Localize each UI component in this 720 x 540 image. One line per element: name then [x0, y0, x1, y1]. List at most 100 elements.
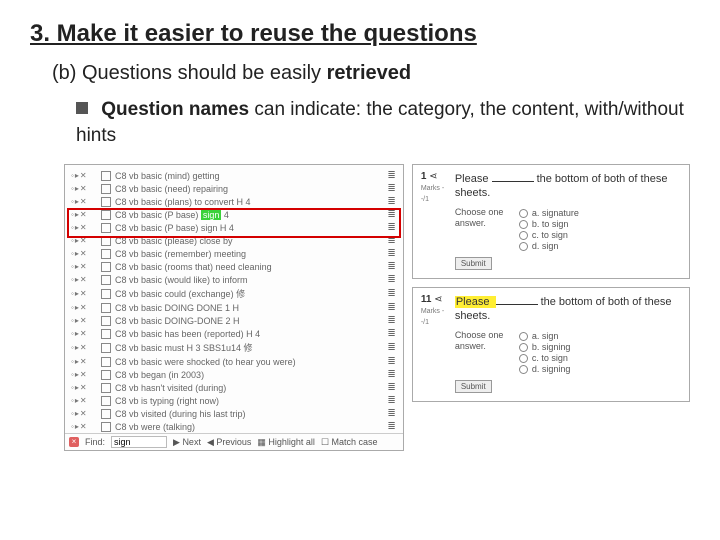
- row-action-icons[interactable]: ◦▸✕: [71, 343, 101, 352]
- question-row[interactable]: ◦▸✕C8 vb basic (P base) sign H 4≣: [65, 221, 403, 234]
- row-checkbox[interactable]: [101, 275, 111, 285]
- question-row[interactable]: ◦▸✕C8 vb began (in 2003)≣: [65, 368, 403, 381]
- list-menu-icon[interactable]: ≣: [387, 328, 396, 339]
- list-menu-icon[interactable]: ≣: [387, 248, 396, 259]
- row-checkbox[interactable]: [101, 197, 111, 207]
- radio-icon[interactable]: [519, 220, 528, 229]
- question-row[interactable]: ◦▸✕C8 vb basic (would like) to inform≣: [65, 273, 403, 286]
- list-menu-icon[interactable]: ≣: [387, 315, 396, 326]
- row-action-icons[interactable]: ◦▸✕: [71, 197, 101, 206]
- list-menu-icon[interactable]: ≣: [387, 369, 396, 380]
- row-action-icons[interactable]: ◦▸✕: [71, 422, 101, 431]
- radio-icon[interactable]: [519, 365, 528, 374]
- question-row[interactable]: ◦▸✕C8 vb basic (please) close by≣: [65, 234, 403, 247]
- row-action-icons[interactable]: ◦▸✕: [71, 329, 101, 338]
- row-action-icons[interactable]: ◦▸✕: [71, 409, 101, 418]
- row-checkbox[interactable]: [101, 329, 111, 339]
- row-action-icons[interactable]: ◦▸✕: [71, 171, 101, 180]
- close-icon[interactable]: ×: [69, 437, 79, 447]
- list-menu-icon[interactable]: ≣: [387, 421, 396, 432]
- radio-icon[interactable]: [519, 343, 528, 352]
- row-action-icons[interactable]: ◦▸✕: [71, 396, 101, 405]
- find-prev-button[interactable]: ◀ Previous: [207, 437, 251, 448]
- radio-icon[interactable]: [519, 354, 528, 363]
- row-action-icons[interactable]: ◦▸✕: [71, 184, 101, 193]
- submit-button[interactable]: Submit: [455, 380, 492, 393]
- row-checkbox[interactable]: [101, 422, 111, 432]
- question-row[interactable]: ◦▸✕C8 vb visited (during his last trip)≣: [65, 407, 403, 420]
- answer-option[interactable]: c. to sign: [519, 353, 571, 363]
- list-menu-icon[interactable]: ≣: [387, 196, 396, 207]
- submit-button[interactable]: Submit: [455, 257, 492, 270]
- question-row[interactable]: ◦▸✕C8 vb were (talking)≣: [65, 420, 403, 433]
- list-menu-icon[interactable]: ≣: [387, 209, 396, 220]
- row-checkbox[interactable]: [101, 357, 111, 367]
- question-row[interactable]: ◦▸✕C8 vb basic (P base) sign 4≣: [65, 208, 403, 221]
- row-checkbox[interactable]: [101, 249, 111, 259]
- question-row[interactable]: ◦▸✕C8 vb basic were shocked (to hear you…: [65, 355, 403, 368]
- row-checkbox[interactable]: [101, 210, 111, 220]
- row-checkbox[interactable]: [101, 409, 111, 419]
- list-menu-icon[interactable]: ≣: [387, 302, 396, 313]
- row-checkbox[interactable]: [101, 236, 111, 246]
- answer-option[interactable]: d. signing: [519, 364, 571, 374]
- question-row[interactable]: ◦▸✕C8 vb is typing (right now)≣: [65, 394, 403, 407]
- match-case-toggle[interactable]: ☐ Match case: [321, 437, 378, 448]
- radio-icon[interactable]: [519, 332, 528, 341]
- list-menu-icon[interactable]: ≣: [387, 288, 396, 299]
- question-row[interactable]: ◦▸✕C8 vb basic must H 3 SBS1u14 修≣: [65, 340, 403, 355]
- list-menu-icon[interactable]: ≣: [387, 342, 396, 353]
- row-checkbox[interactable]: [101, 383, 111, 393]
- answer-option[interactable]: b. signing: [519, 342, 571, 352]
- list-menu-icon[interactable]: ≣: [387, 183, 396, 194]
- question-row[interactable]: ◦▸✕C8 vb basic (rooms that) need cleanin…: [65, 260, 403, 273]
- list-menu-icon[interactable]: ≣: [387, 235, 396, 246]
- row-checkbox[interactable]: [101, 316, 111, 326]
- row-checkbox[interactable]: [101, 184, 111, 194]
- question-row[interactable]: ◦▸✕C8 vb basic could (exchange) 修≣: [65, 286, 403, 301]
- radio-icon[interactable]: [519, 242, 528, 251]
- question-row[interactable]: ◦▸✕C8 vb basic has been (reported) H 4≣: [65, 327, 403, 340]
- row-action-icons[interactable]: ◦▸✕: [71, 210, 101, 219]
- row-checkbox[interactable]: [101, 289, 111, 299]
- question-row[interactable]: ◦▸✕C8 vb basic (plans) to convert H 4≣: [65, 195, 403, 208]
- list-menu-icon[interactable]: ≣: [387, 408, 396, 419]
- question-row[interactable]: ◦▸✕C8 vb hasn't visited (during)≣: [65, 381, 403, 394]
- row-checkbox[interactable]: [101, 370, 111, 380]
- question-row[interactable]: ◦▸✕C8 vb basic (mind) getting≣: [65, 169, 403, 182]
- row-action-icons[interactable]: ◦▸✕: [71, 316, 101, 325]
- radio-icon[interactable]: [519, 209, 528, 218]
- row-checkbox[interactable]: [101, 171, 111, 181]
- answer-option[interactable]: c. to sign: [519, 230, 579, 240]
- find-input[interactable]: [111, 436, 167, 448]
- question-row[interactable]: ◦▸✕C8 vb basic (remember) meeting≣: [65, 247, 403, 260]
- row-action-icons[interactable]: ◦▸✕: [71, 289, 101, 298]
- row-action-icons[interactable]: ◦▸✕: [71, 383, 101, 392]
- question-row[interactable]: ◦▸✕C8 vb basic (need) repairing≣: [65, 182, 403, 195]
- row-checkbox[interactable]: [101, 303, 111, 313]
- list-menu-icon[interactable]: ≣: [387, 274, 396, 285]
- answer-option[interactable]: b. to sign: [519, 219, 579, 229]
- row-action-icons[interactable]: ◦▸✕: [71, 236, 101, 245]
- row-action-icons[interactable]: ◦▸✕: [71, 262, 101, 271]
- question-row[interactable]: ◦▸✕C8 vb basic DOING DONE 1 H≣: [65, 301, 403, 314]
- row-checkbox[interactable]: [101, 343, 111, 353]
- row-checkbox[interactable]: [101, 396, 111, 406]
- list-menu-icon[interactable]: ≣: [387, 222, 396, 233]
- answer-option[interactable]: d. sign: [519, 241, 579, 251]
- list-menu-icon[interactable]: ≣: [387, 382, 396, 393]
- highlight-all-toggle[interactable]: ▦ Highlight all: [257, 437, 315, 448]
- row-action-icons[interactable]: ◦▸✕: [71, 275, 101, 284]
- row-checkbox[interactable]: [101, 223, 111, 233]
- radio-icon[interactable]: [519, 231, 528, 240]
- row-action-icons[interactable]: ◦▸✕: [71, 303, 101, 312]
- list-menu-icon[interactable]: ≣: [387, 356, 396, 367]
- question-row[interactable]: ◦▸✕C8 vb basic DOING-DONE 2 H≣: [65, 314, 403, 327]
- list-menu-icon[interactable]: ≣: [387, 395, 396, 406]
- row-action-icons[interactable]: ◦▸✕: [71, 370, 101, 379]
- list-menu-icon[interactable]: ≣: [387, 261, 396, 272]
- find-next-button[interactable]: ▶ Next: [173, 437, 201, 448]
- row-action-icons[interactable]: ◦▸✕: [71, 357, 101, 366]
- answer-option[interactable]: a. signature: [519, 208, 579, 218]
- list-menu-icon[interactable]: ≣: [387, 170, 396, 181]
